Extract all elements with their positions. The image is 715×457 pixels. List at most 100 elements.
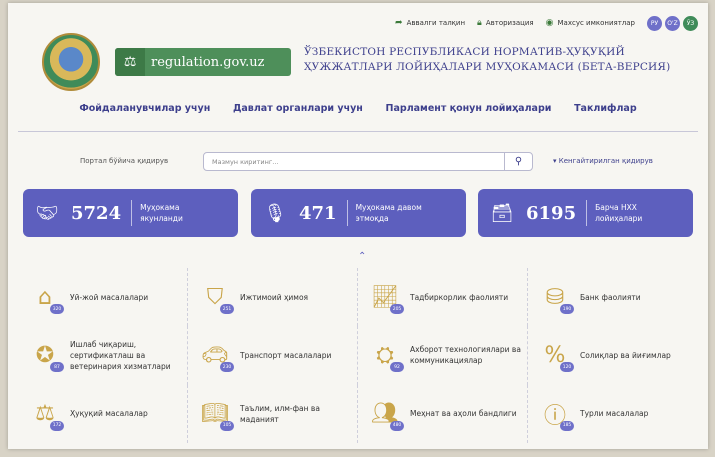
category-label: Транспорт масалалари	[240, 350, 332, 360]
search-button[interactable]: ⚲	[504, 153, 532, 170]
logo-text: regulation.gov.uz	[151, 54, 265, 70]
stat-value: 471	[299, 202, 337, 224]
accessibility-link[interactable]: ◉ Махсус имкониятлар	[546, 18, 635, 28]
inbox-icon: 🗃︎	[490, 202, 514, 224]
search-label: Портал бўйича қидирув	[80, 157, 169, 165]
nav-item-government[interactable]: Давлат органлари учун	[233, 103, 363, 123]
old-version-label: Аввалги талқин	[406, 19, 466, 27]
count-badge: 230	[220, 362, 234, 373]
search-input[interactable]	[204, 157, 504, 166]
stat-card-all-projects[interactable]: 🗃︎ 6195 Барча НХХ лойиҳалари	[478, 189, 693, 237]
count-badge: 320	[50, 304, 64, 315]
scales-icon: ⚖ 172	[28, 397, 64, 431]
lang-ru-button[interactable]: РУ	[647, 15, 662, 31]
category-label: Турли масалалар	[580, 409, 649, 419]
percent-doc-icon: % 120	[538, 338, 574, 373]
stat-value: 6195	[526, 202, 577, 224]
lock-icon: 🔒︎	[477, 18, 482, 28]
category-taxes[interactable]: % 120 Солиқлар ва йиғимлар	[528, 326, 698, 384]
nav-item-users[interactable]: Фойдаланувчилар учун	[79, 103, 210, 123]
search-icon: ⚲	[514, 156, 523, 167]
count-badge: 105	[220, 420, 234, 431]
nav-item-proposals[interactable]: Таклифлар	[574, 103, 637, 123]
stat-card-completed[interactable]: 🤝︎ 5724 Муҳокама якунланди	[23, 189, 238, 237]
house-icon: ⌂ 320	[28, 280, 64, 315]
language-switcher: РУ O'Z ЎЗ	[647, 15, 698, 31]
category-label: Меҳнат ва аҳоли бандлиги	[410, 409, 517, 419]
count-badge: 190	[560, 304, 574, 315]
search-bar: ⚲	[203, 152, 533, 171]
stat-value: 5724	[71, 202, 122, 224]
category-grid: ⌂ 320 Уй-жой масалалари ⛉ 251 Ижтимоий ҳим…	[18, 268, 698, 443]
advanced-search-link[interactable]: ▾ Кенгайтирилган қидирув	[553, 157, 653, 165]
category-business[interactable]: 📈︎ 205 Тадбиркорлик фаолияти	[358, 268, 528, 327]
nav-divider	[18, 131, 698, 132]
car-icon: 🚗︎ 230	[198, 338, 234, 373]
category-banking[interactable]: ⛁ 190 Банк фаолияти	[528, 268, 698, 326]
state-emblem-logo	[42, 33, 100, 91]
count-badge: 87	[50, 362, 64, 373]
count-badge: 120	[560, 362, 574, 373]
category-label: Ахборот технологиялари ва коммуникацияла…	[410, 345, 521, 366]
stat-divider	[131, 200, 133, 226]
category-label: Ҳуқуқий масалалар	[70, 409, 148, 419]
lang-uz-button[interactable]: ЎЗ	[683, 15, 698, 31]
count-badge: 480	[390, 420, 404, 431]
microphone-icon: 🎙︎	[263, 202, 287, 224]
category-education[interactable]: 📖︎ 105 Таълим, илм-фан ва маданият	[188, 384, 358, 443]
arrow-icon: ➦	[395, 18, 403, 28]
category-label: Уй-жой масалалари	[70, 292, 149, 302]
main-nav: Фойдаланувчилар учун Давлат органлари уч…	[8, 103, 708, 123]
site-logo[interactable]: ⚖ regulation.gov.uz	[115, 48, 291, 76]
category-legal[interactable]: ⚖ 172 Ҳуқуқий масалалар	[18, 384, 188, 443]
site-title-line2: ҲУЖЖАТЛАРИ ЛОЙИҲАЛАРИ МУҲОКАМАСИ (БЕТА-В…	[304, 61, 671, 73]
count-badge: 92	[390, 362, 404, 373]
category-production[interactable]: ✪ 87 Ишлаб чиқариш, сертификатлаш ва вете…	[18, 326, 188, 385]
stat-card-ongoing[interactable]: 🎙︎ 471 Муҳокама давом этмоқда	[251, 189, 466, 237]
coins-icon: ⛁ 190	[538, 280, 574, 315]
handshake-icon: 🤝︎	[35, 202, 59, 224]
category-it[interactable]: ⛭ 92 Ахборот технологиялари ва коммуникац…	[358, 326, 528, 385]
page: ➦ Аввалги талқин 🔒︎ Авторизация ◉ Махсус…	[8, 3, 708, 449]
category-transport[interactable]: 🚗︎ 230 Транспорт масалалари	[188, 326, 358, 385]
lang-oz-button[interactable]: O'Z	[665, 15, 680, 31]
category-label: Таълим, илм-фан ва маданият	[240, 403, 320, 424]
old-version-link[interactable]: ➦ Аввалги талқин	[395, 18, 465, 28]
collapse-chevron-up-icon[interactable]: ⌃	[358, 251, 366, 262]
category-social-protection[interactable]: ⛉ 251 Ижтимоий ҳимоя	[188, 268, 358, 327]
login-link[interactable]: 🔒︎ Авторизация	[477, 18, 534, 28]
medal-icon: ✪ 87	[28, 338, 64, 373]
stat-label: Муҳокама якунланди	[140, 203, 183, 223]
scales-logo-icon: ⚖	[115, 48, 145, 76]
category-misc[interactable]: ⓘ 185 Турли масалалар	[528, 385, 698, 443]
count-badge: 251	[220, 304, 234, 315]
count-badge: 185	[560, 420, 574, 431]
site-title: ЎЗБЕКИСТОН РЕСПУБЛИКАСИ НОРМАТИВ-ҲУҚУҚИЙ…	[304, 45, 704, 75]
category-label: Ижтимоий ҳимоя	[240, 292, 309, 302]
count-badge: 172	[50, 420, 64, 431]
shield-check-icon: ⛉ 251	[198, 280, 234, 315]
eye-icon: ◉	[545, 18, 554, 28]
stat-divider	[586, 200, 588, 226]
login-label: Авторизация	[485, 19, 534, 27]
category-label: Банк фаолияти	[580, 292, 641, 302]
category-label: Тадбиркорлик фаолияти	[410, 292, 509, 302]
network-icon: ⛭ 92	[368, 338, 404, 373]
nav-item-parliament[interactable]: Парламент қонун лойиҳалари	[386, 103, 552, 123]
top-utility-bar: ➦ Аввалги талқин 🔒︎ Авторизация ◉ Махсус…	[395, 13, 698, 33]
category-housing[interactable]: ⌂ 320 Уй-жой масалалари	[18, 268, 188, 327]
workers-icon: 👥︎ 480	[368, 397, 404, 431]
site-title-line1: ЎЗБЕКИСТОН РЕСПУБЛИКАСИ НОРМАТИВ-ҲУҚУҚИЙ	[304, 46, 625, 58]
stat-divider	[346, 200, 348, 226]
stat-label: Барча НХХ лойиҳалари	[595, 203, 643, 223]
stat-label: Муҳокама давом этмоқда	[355, 203, 422, 223]
count-badge: 205	[390, 304, 404, 315]
info-icon: ⓘ 185	[538, 397, 574, 431]
advanced-search-label: Кенгайтирилган қидирув	[558, 157, 653, 165]
growth-chart-icon: 📈︎ 205	[368, 280, 404, 315]
book-icon: 📖︎ 105	[198, 397, 234, 431]
accessibility-label: Махсус имкониятлар	[557, 19, 636, 27]
category-labor[interactable]: 👥︎ 480 Меҳнат ва аҳоли бандлиги	[358, 384, 528, 443]
category-label: Ишлаб чиқариш, сертификатлаш ва ветерина…	[70, 339, 171, 371]
category-label: Солиқлар ва йиғимлар	[580, 350, 671, 360]
